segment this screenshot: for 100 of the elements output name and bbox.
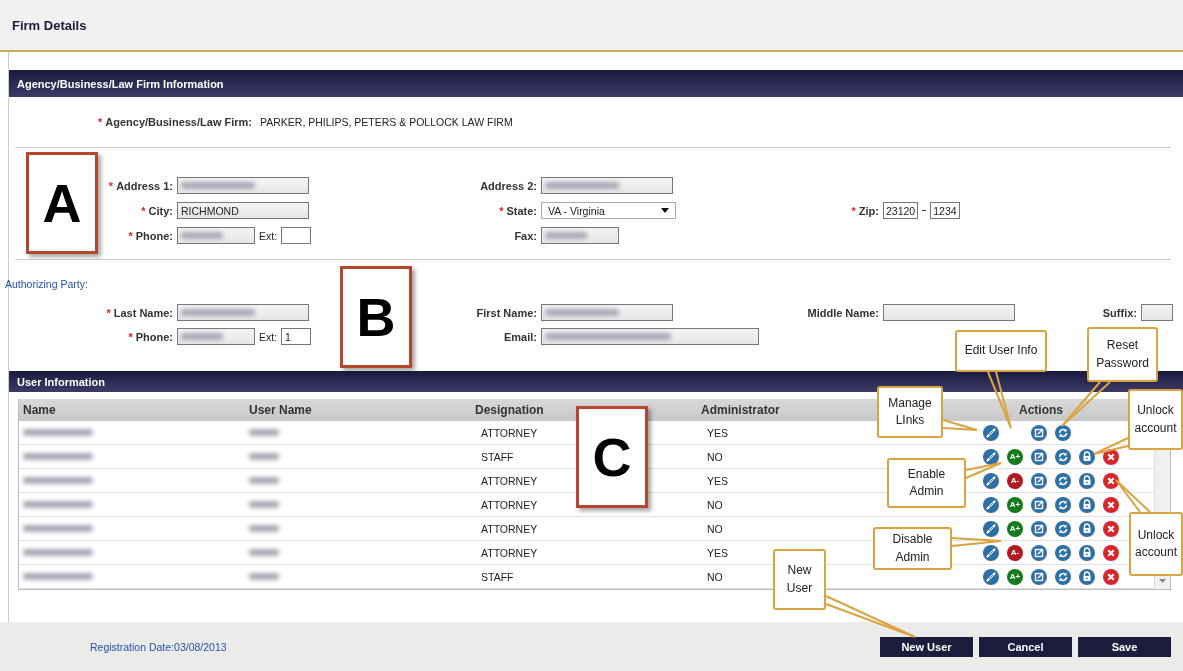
footer-button[interactable]: New User	[880, 636, 973, 657]
annotation-marker: B	[340, 266, 412, 368]
table-cell: ATTORNEY	[481, 474, 538, 487]
required-marker: *	[106, 306, 111, 319]
caret-icon	[661, 208, 669, 213]
extension-field[interactable]: 1	[281, 328, 312, 345]
annotation-marker: C	[576, 406, 648, 508]
refresh-icon[interactable]	[1055, 448, 1071, 465]
input-field[interactable]	[177, 177, 309, 194]
zip-extension-field[interactable]: 1234	[930, 202, 960, 219]
link-icon[interactable]	[983, 544, 999, 561]
refresh-icon[interactable]	[1055, 568, 1071, 585]
delete-icon[interactable]	[1103, 496, 1119, 513]
input-field[interactable]	[883, 304, 1015, 321]
extension-field[interactable]	[281, 227, 312, 244]
input-field[interactable]	[541, 328, 759, 345]
refresh-icon[interactable]	[1055, 424, 1071, 441]
edit-icon[interactable]	[1031, 424, 1047, 441]
field-label: Address 2:	[480, 179, 537, 192]
padlock-icon[interactable]	[1079, 496, 1095, 513]
enable-admin-button[interactable]: A+	[1007, 496, 1023, 513]
disable-admin-button[interactable]: A-	[1007, 472, 1023, 489]
table-cell: NO	[707, 498, 723, 511]
annotation-marker: A	[26, 152, 98, 254]
required-marker: *	[98, 116, 103, 128]
field-label: Agency/Business/Law Firm:	[105, 116, 252, 128]
link-icon[interactable]	[983, 448, 999, 465]
delete-icon[interactable]	[1103, 568, 1119, 585]
input-field[interactable]	[177, 304, 309, 321]
zip-field[interactable]: 23120	[883, 202, 919, 219]
callout-tooltip: Manage LInks	[877, 386, 943, 438]
edit-icon[interactable]	[1031, 568, 1047, 585]
firm-name: PARKER, PHILIPS, PETERS & POLLOCK LAW FIRM	[260, 116, 513, 128]
field-label: Email:	[504, 330, 537, 343]
leader-line	[1115, 479, 1151, 513]
refresh-icon[interactable]	[1055, 520, 1071, 537]
table-cell: ATTORNEY	[481, 426, 538, 439]
callout-tooltip: New User	[773, 549, 826, 610]
field-label: Fax:	[514, 229, 537, 242]
enable-admin-button[interactable]: A+	[1007, 568, 1023, 585]
field-label: Zip:	[858, 204, 879, 217]
padlock-icon[interactable]	[1079, 448, 1095, 465]
enable-admin-button[interactable]: A+	[1007, 520, 1023, 537]
input-field[interactable]: RICHMOND	[177, 202, 309, 219]
edit-icon[interactable]	[1031, 448, 1047, 465]
link-icon[interactable]	[983, 472, 999, 489]
delete-icon[interactable]	[1103, 520, 1119, 537]
table-cell: YES	[707, 546, 728, 559]
section-label: Authorizing Party:	[5, 278, 88, 290]
delete-icon[interactable]	[1103, 448, 1119, 465]
edit-icon[interactable]	[1031, 544, 1047, 561]
padlock-icon[interactable]	[1079, 520, 1095, 537]
padlock-icon[interactable]	[1079, 568, 1095, 585]
padlock-icon[interactable]	[1079, 544, 1095, 561]
table-cell: STAFF	[481, 450, 514, 463]
table-cell: ATTORNEY	[481, 522, 538, 535]
link-icon[interactable]	[983, 424, 999, 441]
leader-line	[987, 371, 1012, 429]
refresh-icon[interactable]	[1055, 544, 1071, 561]
input-field[interactable]	[541, 227, 619, 244]
column-header: User Name	[249, 403, 312, 417]
table-cell: STAFF	[481, 570, 514, 583]
edit-icon[interactable]	[1031, 472, 1047, 489]
edit-icon[interactable]	[1031, 496, 1047, 513]
input-field[interactable]	[1141, 304, 1173, 321]
link-icon[interactable]	[983, 520, 999, 537]
leader-line	[965, 462, 1002, 479]
section-header: User Information	[9, 371, 1183, 392]
delete-icon[interactable]	[1103, 544, 1119, 561]
column-header: Actions	[1019, 403, 1063, 417]
refresh-icon[interactable]	[1055, 496, 1071, 513]
input-field[interactable]	[541, 177, 673, 194]
leader-line	[1093, 437, 1129, 455]
page-title: Firm Details	[12, 17, 87, 33]
refresh-icon[interactable]	[1055, 472, 1071, 489]
leader-line	[1061, 381, 1111, 427]
required-marker: *	[108, 179, 114, 192]
edit-icon[interactable]	[1031, 520, 1047, 537]
table-cell: ATTORNEY	[481, 498, 538, 511]
callout-tooltip: Reset Password	[1087, 327, 1158, 382]
required-marker: *	[141, 204, 146, 217]
field-label: Ext:	[259, 229, 278, 242]
state-dropdown[interactable]: VA - Virginia	[541, 202, 676, 219]
footer-button[interactable]: Cancel	[979, 636, 1072, 657]
delete-icon[interactable]	[1103, 472, 1119, 489]
link-icon[interactable]	[983, 568, 999, 585]
scroll-down-icon[interactable]	[1159, 579, 1166, 583]
enable-admin-button[interactable]: A+	[1007, 448, 1023, 465]
disable-admin-button[interactable]: A-	[1007, 544, 1023, 561]
field-label: City:	[148, 204, 173, 217]
required-marker: *	[851, 204, 856, 217]
phone-field[interactable]	[177, 328, 255, 345]
footer-button[interactable]: Save	[1078, 636, 1171, 657]
input-field[interactable]	[541, 304, 673, 321]
table-cell: YES	[707, 426, 728, 439]
field-label: Suffix:	[1102, 306, 1137, 319]
link-icon[interactable]	[983, 496, 999, 513]
phone-field[interactable]	[177, 227, 255, 244]
callout-tooltip: Edit User Info	[955, 330, 1047, 372]
padlock-icon[interactable]	[1079, 472, 1095, 489]
